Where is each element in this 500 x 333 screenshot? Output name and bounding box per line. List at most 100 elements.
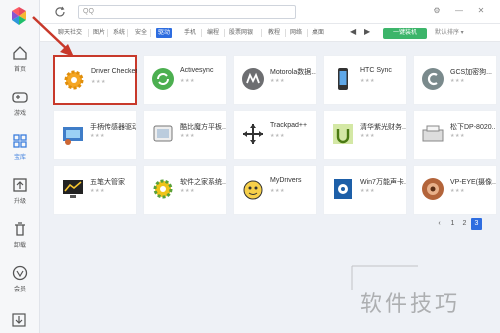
category-tab-network[interactable]: 网络 — [288, 28, 304, 38]
monitor-chart-icon — [63, 180, 83, 198]
app-name: MyDrivers — [270, 177, 302, 184]
sidebar-item-label: 宝库 — [13, 155, 26, 161]
app-name: VP-EYE(摄像... — [450, 179, 496, 186]
minimize-icon[interactable]: — — [454, 6, 464, 16]
sidebar-item-vip[interactable]: 会员 — [0, 264, 40, 308]
sidebar-item-label: 首页 — [13, 67, 26, 73]
app-tile[interactable]: Trackpad++ ★★★ — [233, 110, 317, 160]
upgrade-icon — [13, 178, 27, 192]
sync-icon — [152, 68, 174, 90]
category-tab-drivers[interactable]: 驱动 — [156, 28, 173, 38]
app-name: Motorola数据... — [270, 69, 316, 76]
app-tile[interactable]: Driver Checker ★★★ — [53, 55, 137, 105]
sidebar-item-games[interactable]: 游戏 — [0, 88, 40, 132]
sidebar-item-label: 卸载 — [13, 243, 26, 249]
category-tab-images[interactable]: 图片 — [91, 28, 107, 38]
home-icon — [13, 46, 27, 60]
rating-stars: ★★★ — [450, 188, 465, 194]
page-button-current[interactable]: 3 — [471, 218, 482, 230]
close-icon[interactable]: ✕ — [476, 6, 486, 16]
page-button[interactable]: 2 — [459, 218, 470, 230]
app-name: 手柄传感器驱动 — [90, 124, 136, 131]
annotation-arrow-icon — [32, 16, 74, 57]
category-separator — [201, 29, 202, 37]
gear-icon — [64, 70, 84, 90]
app-tile[interactable]: 软件之家系统... ★★★ — [143, 165, 227, 215]
category-tab-desktop[interactable]: 桌面 — [310, 28, 326, 38]
rating-stars: ★★★ — [360, 133, 375, 139]
category-tab-security[interactable]: 安全 — [133, 28, 149, 38]
scroll-right-icon[interactable]: ▶ — [364, 27, 370, 36]
sensor-icon — [63, 127, 83, 145]
app-name: 松下DP-8020... — [450, 124, 496, 131]
app-tile[interactable]: VP-EYE(摄像... ★★★ — [413, 165, 497, 215]
page-button[interactable]: 1 — [447, 218, 458, 230]
prev-page-icon[interactable]: ‹ — [434, 218, 445, 230]
top-bar: QQ ⚙ — ✕ — [40, 0, 500, 24]
category-separator — [88, 29, 89, 37]
category-separator — [150, 29, 151, 37]
category-tab-mobile[interactable]: 手机 — [182, 28, 198, 38]
category-separator — [107, 29, 108, 37]
app-tile[interactable]: 手柄传感器驱动 ★★★ — [53, 110, 137, 160]
app-tile[interactable]: 清华紫光财务... ★★★ — [323, 110, 407, 160]
gear-icon — [153, 179, 173, 199]
sort-dropdown[interactable]: 默认排序 ▾ — [435, 28, 464, 39]
rating-stars: ★★★ — [360, 78, 375, 84]
rating-stars: ★★★ — [270, 78, 285, 84]
app-tile[interactable]: Activesync ★★★ — [143, 55, 227, 105]
app-name: 酷比魔方平板... — [180, 124, 226, 131]
rating-stars: ★★★ — [180, 188, 195, 194]
vip-icon — [12, 265, 28, 281]
sidebar-item-uninstall[interactable]: 卸载 — [0, 220, 40, 264]
rating-stars: ★★★ — [270, 188, 285, 194]
app-name: GCS加密狗... — [450, 69, 493, 76]
scroll-left-icon[interactable]: ◀ — [350, 27, 356, 36]
phone-icon — [338, 68, 348, 90]
app-tile[interactable]: 松下DP-8020... ★★★ — [413, 110, 497, 160]
app-tile[interactable]: MyDrivers ★★★ — [233, 165, 317, 215]
sidebar-item-upgrade[interactable]: 升级 — [0, 176, 40, 220]
category-separator — [285, 29, 286, 37]
audio-icon — [334, 179, 352, 199]
app-name: 五笔大管家 — [90, 179, 125, 186]
app-name: Trackpad++ — [270, 122, 308, 129]
category-bar: 聊天社交 图片 系统 安全 驱动 手机 编程 股票网银 教程 网络 桌面 ◀ ▶… — [40, 24, 500, 42]
grid-icon — [13, 134, 27, 148]
rating-stars: ★★★ — [91, 79, 106, 85]
category-tab-programming[interactable]: 编程 — [205, 28, 221, 38]
app-tile[interactable]: HTC Sync ★★★ — [323, 55, 407, 105]
printer-icon — [422, 125, 444, 142]
one-click-install-button[interactable]: 一键装机 — [383, 28, 427, 39]
app-tile[interactable]: GCS加密狗... ★★★ — [413, 55, 497, 105]
sidebar-item-label: 升级 — [13, 199, 26, 205]
rating-stars: ★★★ — [450, 133, 465, 139]
tablet-icon — [153, 125, 173, 142]
sidebar-item-library[interactable]: 宝库 — [0, 132, 40, 176]
sidebar-item-label: 会员 — [13, 287, 26, 293]
category-tab-tutorial[interactable]: 教程 — [266, 28, 282, 38]
rating-stars: ★★★ — [180, 133, 195, 139]
app-name: 软件之家系统... — [180, 179, 226, 186]
gamepad-icon — [12, 92, 28, 103]
download-icon[interactable] — [11, 312, 27, 328]
move-cursor-icon — [243, 124, 263, 144]
category-separator — [307, 29, 308, 37]
watermark-text: 软件技巧 — [360, 292, 461, 317]
rating-stars: ★★★ — [360, 188, 375, 194]
category-separator — [261, 29, 262, 37]
search-input[interactable]: QQ — [78, 5, 296, 19]
app-tile[interactable]: Win7万能声卡... ★★★ — [323, 165, 407, 215]
category-tab-stocks[interactable]: 股票网银 — [227, 28, 255, 38]
rating-stars: ★★★ — [270, 133, 285, 139]
app-name: Driver Checker — [91, 68, 137, 75]
mascot-icon — [243, 180, 263, 200]
app-tile[interactable]: 酷比魔方平板... ★★★ — [143, 110, 227, 160]
settings-icon[interactable]: ⚙ — [432, 6, 442, 16]
app-tile[interactable]: Motorola数据... ★★★ — [233, 55, 317, 105]
webcam-icon — [422, 178, 444, 200]
app-tile[interactable]: 五笔大管家 ★★★ — [53, 165, 137, 215]
app-name: Win7万能声卡... — [360, 179, 406, 186]
trash-icon — [15, 222, 25, 236]
category-tab-system[interactable]: 系统 — [111, 28, 127, 38]
